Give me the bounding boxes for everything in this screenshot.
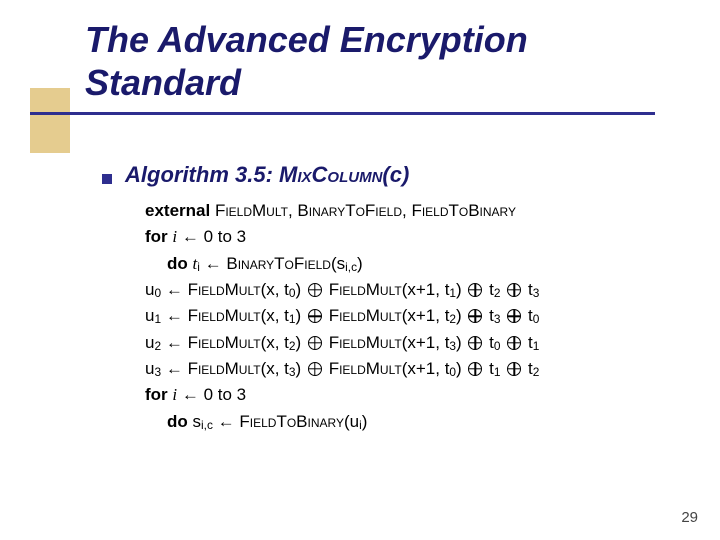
fm-1b: FieldMult bbox=[329, 306, 402, 325]
do-kw-2: do bbox=[167, 412, 188, 431]
arrow-u2: ← bbox=[166, 333, 183, 352]
arrow-u3: ← bbox=[166, 359, 183, 378]
u2-line: u2 ← FieldMult(x, t2) FieldMult(x+1, t3)… bbox=[145, 330, 539, 356]
do2-lhs: s bbox=[193, 412, 202, 431]
arrow-ti: ← bbox=[205, 254, 222, 273]
u3s: 3 bbox=[154, 365, 161, 379]
ftb-arg-close: ) bbox=[362, 412, 368, 431]
xor-icon bbox=[308, 336, 322, 350]
xor-icon bbox=[507, 336, 521, 350]
fm-1a: FieldMult bbox=[188, 306, 261, 325]
algo-name: MixColumn bbox=[279, 162, 382, 187]
ext-proc-3: FieldToBinary bbox=[411, 201, 516, 220]
for-line-1: for i ← 0 to 3 bbox=[145, 224, 539, 250]
ext-proc-2: BinaryToField bbox=[297, 201, 402, 220]
algorithm-body: external FieldMult, BinaryToField, Field… bbox=[145, 198, 539, 435]
ti-sub: i bbox=[197, 260, 200, 274]
algo-label: Algorithm 3.5: bbox=[125, 162, 273, 187]
title-accent-box bbox=[30, 88, 70, 153]
fm-0a: FieldMult bbox=[188, 280, 261, 299]
external-line: external FieldMult, BinaryToField, Field… bbox=[145, 198, 539, 224]
algorithm-heading: Algorithm 3.5: MixColumn(c) bbox=[125, 162, 409, 188]
u1-line: u1 ← FieldMult(x, t1) FieldMult(x+1, t2)… bbox=[145, 303, 539, 329]
for-kw-2: for bbox=[145, 385, 168, 404]
btf-arg: (s bbox=[331, 254, 345, 273]
xor-icon bbox=[308, 309, 322, 323]
title-line-2: Standard bbox=[85, 62, 241, 103]
xor-icon bbox=[507, 362, 521, 376]
do-kw-1: do bbox=[167, 254, 188, 273]
btf-arg-close: ) bbox=[357, 254, 363, 273]
for-kw-1: for bbox=[145, 227, 168, 246]
xor-icon bbox=[468, 362, 482, 376]
assign0-2: ← 0 bbox=[177, 385, 218, 404]
ftb-proc: FieldToBinary bbox=[239, 412, 344, 431]
do2-lhs-sub: i,c bbox=[201, 418, 213, 432]
algo-arg: (c) bbox=[382, 162, 409, 187]
arrow-do2: ← bbox=[218, 412, 235, 431]
assign0-1: ← 0 bbox=[177, 227, 218, 246]
arrow-u1: ← bbox=[166, 306, 183, 325]
btf-arg-sub: i,c bbox=[345, 260, 357, 274]
xor-icon bbox=[468, 309, 482, 323]
xor-icon bbox=[507, 309, 521, 323]
u1s: 1 bbox=[154, 312, 161, 326]
u0s: 0 bbox=[154, 286, 161, 300]
for-range-1: to 3 bbox=[218, 227, 246, 246]
btf-proc: BinaryToField bbox=[226, 254, 331, 273]
fm-2a: FieldMult bbox=[188, 333, 261, 352]
do-line-1: do ti ← BinaryToField(si,c) bbox=[145, 251, 539, 277]
xor-icon bbox=[308, 362, 322, 376]
xor-icon bbox=[507, 283, 521, 297]
xor-icon bbox=[468, 283, 482, 297]
fm-3b: FieldMult bbox=[329, 359, 402, 378]
for-range-2: to 3 bbox=[218, 385, 246, 404]
u0-line: u0 ← FieldMult(x, t0) FieldMult(x+1, t1)… bbox=[145, 277, 539, 303]
xor-icon bbox=[468, 336, 482, 350]
fm-0b: FieldMult bbox=[329, 280, 402, 299]
u3-line: u3 ← FieldMult(x, t3) FieldMult(x+1, t0)… bbox=[145, 356, 539, 382]
do-line-2: do si,c ← FieldToBinary(ui) bbox=[145, 409, 539, 435]
fm-3a: FieldMult bbox=[188, 359, 261, 378]
fm-2b: FieldMult bbox=[329, 333, 402, 352]
slide-title: The Advanced Encryption Standard bbox=[85, 18, 528, 104]
ftb-arg: (u bbox=[344, 412, 359, 431]
arrow-u0: ← bbox=[166, 280, 183, 299]
page-number: 29 bbox=[681, 509, 698, 526]
for-line-2: for i ← 0 to 3 bbox=[145, 382, 539, 408]
xor-icon bbox=[308, 283, 322, 297]
title-underline bbox=[30, 112, 655, 115]
u2s: 2 bbox=[154, 339, 161, 353]
bullet-icon bbox=[102, 174, 112, 184]
ext-proc-1: FieldMult bbox=[215, 201, 288, 220]
external-kw: external bbox=[145, 201, 210, 220]
title-line-1: The Advanced Encryption bbox=[85, 19, 528, 60]
